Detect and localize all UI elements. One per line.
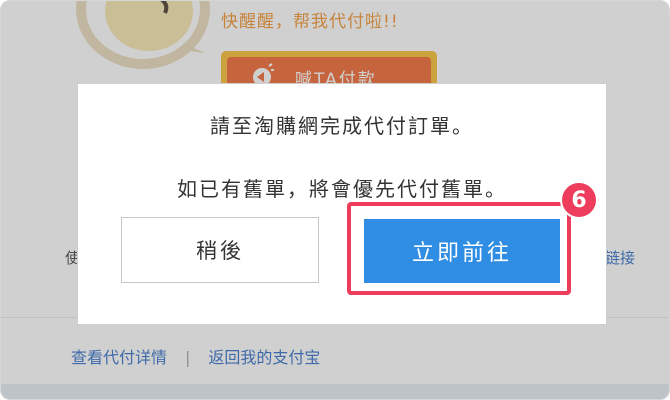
step-number-badge: 6: [560, 181, 598, 219]
dialog-message-line2: 如已有舊單，將會優先代付舊單。: [177, 177, 507, 201]
dialog-message-line1: 請至淘購網完成代付訂單。: [210, 114, 474, 138]
later-button[interactable]: 稍後: [121, 217, 319, 283]
screenshot-frame: 快醒醒，帮我代付啦!! 喊TA付款 使 链接 查看代付详情 | 返回我的支付宝 請至…: [0, 0, 670, 400]
highlight-box: [347, 202, 571, 295]
